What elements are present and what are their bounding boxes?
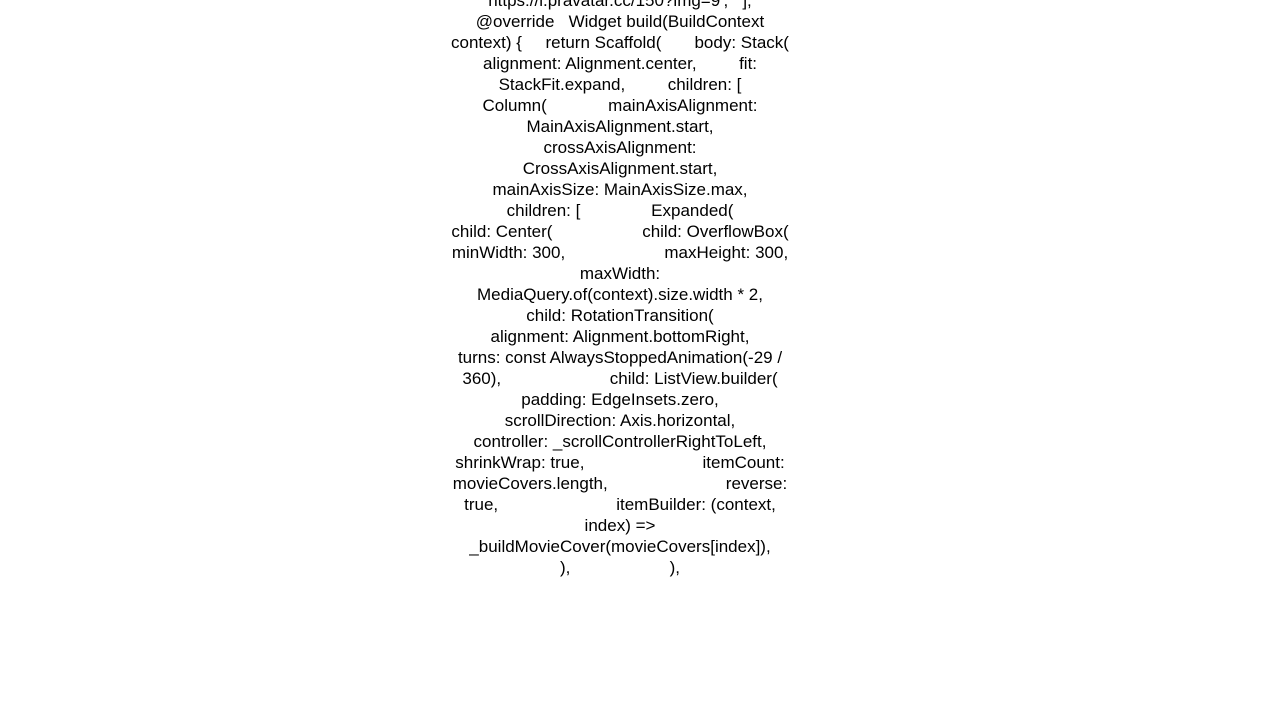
code-text-block: https://i.pravatar.cc/150?img=9', ]; @ov… <box>450 0 790 578</box>
